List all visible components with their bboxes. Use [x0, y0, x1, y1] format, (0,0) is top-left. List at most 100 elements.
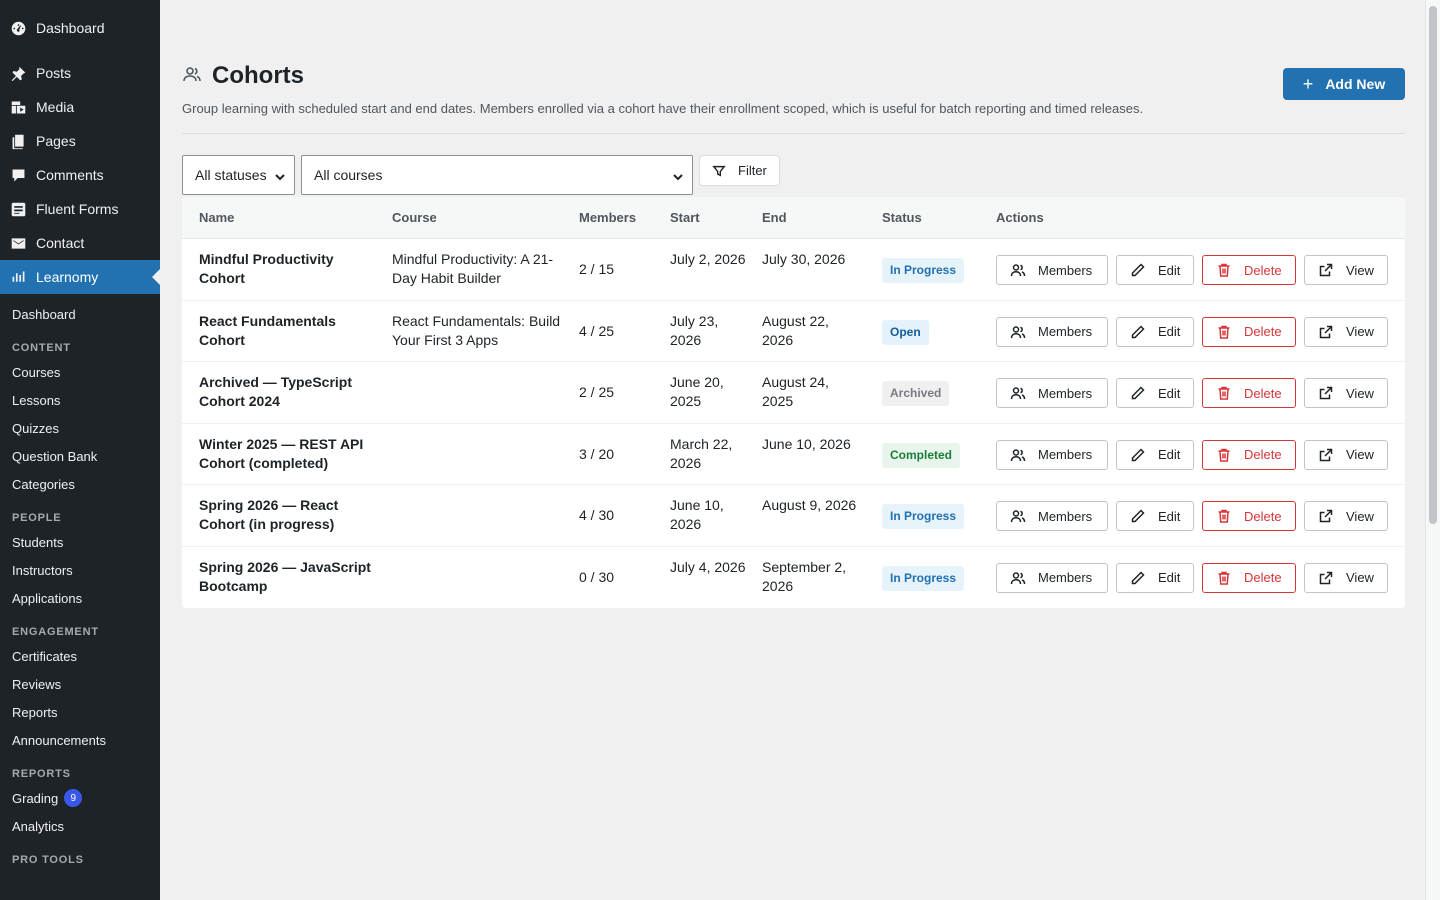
- page-description: Group learning with scheduled start and …: [182, 101, 1144, 116]
- cohort-name[interactable]: Archived — TypeScript Cohort 2024: [199, 373, 374, 411]
- table-row: Spring 2026 — React Cohort (in progress)…: [182, 485, 1405, 547]
- cohort-start-date: June 10, 2026: [670, 497, 724, 532]
- submenu-certificates[interactable]: Certificates: [0, 642, 160, 670]
- table-row: Spring 2026 — JavaScript Bootcamp 0 / 30…: [182, 547, 1405, 609]
- view-button[interactable]: View: [1304, 255, 1388, 285]
- delete-button[interactable]: Delete: [1202, 439, 1296, 470]
- view-button[interactable]: View: [1304, 562, 1388, 593]
- cohort-start-date: July 4, 2026: [670, 558, 746, 575]
- delete-button-label: Delete: [1244, 570, 1282, 585]
- menu-posts[interactable]: Posts: [0, 56, 160, 90]
- members-button[interactable]: Members: [996, 501, 1108, 531]
- members-button[interactable]: Members: [996, 562, 1108, 593]
- cohort-start-date: July 2, 2026: [670, 251, 746, 267]
- status-badge: In Progress: [882, 565, 965, 591]
- delete-button-label: Delete: [1244, 447, 1282, 462]
- members-button[interactable]: Members: [996, 439, 1108, 470]
- filter-button[interactable]: Filter: [699, 155, 780, 186]
- trash-icon: [1218, 386, 1230, 400]
- submenu-analytics[interactable]: Analytics: [0, 812, 160, 840]
- submenu-reports[interactable]: Reports: [0, 698, 160, 726]
- submenu-applications[interactable]: Applications: [0, 584, 160, 612]
- users-icon: [1010, 325, 1026, 338]
- submenu-heading-engagement: ENGAGEMENT: [12, 626, 99, 638]
- edit-button[interactable]: Edit: [1116, 255, 1194, 285]
- scrollbar-thumb[interactable]: [1429, 6, 1437, 524]
- menu-label: Posts: [36, 65, 72, 81]
- submenu-students[interactable]: Students: [0, 528, 160, 556]
- menu-dashboard[interactable]: Dashboard: [0, 11, 160, 45]
- menu-learnomy[interactable]: Learnomy: [0, 260, 160, 294]
- edit-button[interactable]: Edit: [1116, 316, 1194, 347]
- submenu-grading[interactable]: Grading 9: [0, 784, 160, 812]
- pencil-icon: [1131, 570, 1145, 584]
- edit-button[interactable]: Edit: [1116, 378, 1194, 408]
- submenu-announcements[interactable]: Announcements: [0, 726, 160, 754]
- menu-fluent-forms[interactable]: Fluent Forms: [0, 192, 160, 226]
- status-badge: In Progress: [882, 258, 965, 283]
- submenu-courses[interactable]: Courses: [0, 358, 160, 386]
- add-new-label: Add New: [1325, 76, 1386, 92]
- column-header-start[interactable]: Start: [670, 210, 700, 225]
- column-header-course[interactable]: Course: [392, 210, 437, 225]
- delete-button[interactable]: Delete: [1202, 378, 1296, 408]
- submenu-reviews[interactable]: Reviews: [0, 670, 160, 698]
- submenu-question-bank[interactable]: Question Bank: [0, 442, 160, 470]
- delete-button[interactable]: Delete: [1202, 316, 1296, 347]
- cohort-name[interactable]: Spring 2026 — JavaScript Bootcamp: [199, 558, 374, 596]
- cohort-members-count: 4 / 25: [579, 322, 615, 339]
- add-new-button[interactable]: + Add New: [1283, 68, 1405, 100]
- view-button[interactable]: View: [1304, 439, 1388, 470]
- delete-button[interactable]: Delete: [1202, 501, 1296, 531]
- menu-label: Comments: [36, 167, 104, 183]
- chevron-down-icon: [274, 170, 285, 181]
- members-button[interactable]: Members: [996, 255, 1108, 285]
- status-cell: Completed: [882, 442, 961, 468]
- trash-icon: [1218, 571, 1230, 585]
- edit-button[interactable]: Edit: [1116, 501, 1194, 531]
- trash-icon: [1218, 263, 1230, 277]
- trash-icon: [1218, 325, 1230, 339]
- delete-button[interactable]: Delete: [1202, 255, 1296, 285]
- submenu-lessons[interactable]: Lessons: [0, 386, 160, 414]
- external-link-icon: [1319, 386, 1333, 400]
- edit-button[interactable]: Edit: [1116, 562, 1194, 593]
- members-button[interactable]: Members: [996, 378, 1108, 408]
- column-header-members[interactable]: Members: [579, 210, 636, 225]
- view-button[interactable]: View: [1304, 501, 1388, 531]
- cohort-name[interactable]: Winter 2025 — REST API Cohort (completed…: [199, 435, 374, 473]
- submenu-categories[interactable]: Categories: [0, 470, 160, 498]
- menu-pages[interactable]: Pages: [0, 124, 160, 158]
- view-button[interactable]: View: [1304, 316, 1388, 347]
- cohort-name[interactable]: React Fundamentals Cohort: [199, 312, 374, 350]
- view-button[interactable]: View: [1304, 378, 1388, 408]
- cohort-members-count: 2 / 15: [579, 261, 615, 277]
- column-header-actions: Actions: [996, 210, 1044, 225]
- delete-button[interactable]: Delete: [1202, 562, 1296, 593]
- course-select[interactable]: All courses: [301, 155, 693, 195]
- edit-button[interactable]: Edit: [1116, 439, 1194, 470]
- table-row: Archived — TypeScript Cohort 2024 2 / 25…: [182, 362, 1405, 424]
- menu-comments[interactable]: Comments: [0, 158, 160, 192]
- pages-icon: [9, 132, 27, 150]
- members-button[interactable]: Members: [996, 316, 1108, 347]
- submenu-quizzes[interactable]: Quizzes: [0, 414, 160, 442]
- external-link-icon: [1319, 448, 1333, 461]
- cohort-end-date: August 22, 2026: [762, 312, 829, 348]
- table-body: Mindful Productivity Cohort Mindful Prod…: [182, 239, 1405, 608]
- cohort-members-count: 4 / 30: [579, 507, 615, 523]
- column-header-status[interactable]: Status: [882, 210, 922, 225]
- submenu-dashboard[interactable]: Dashboard: [0, 300, 160, 328]
- delete-button-label: Delete: [1244, 385, 1282, 401]
- column-header-name[interactable]: Name: [199, 210, 234, 225]
- table-row: Mindful Productivity Cohort Mindful Prod…: [182, 239, 1405, 301]
- vertical-scrollbar[interactable]: [1425, 0, 1440, 900]
- menu-contact[interactable]: Contact: [0, 226, 160, 260]
- menu-media[interactable]: Media: [0, 90, 160, 124]
- submenu-instructors[interactable]: Instructors: [0, 556, 160, 584]
- cohort-name[interactable]: Mindful Productivity Cohort: [199, 250, 374, 288]
- cohort-name[interactable]: Spring 2026 — React Cohort (in progress): [199, 496, 374, 534]
- delete-button-label: Delete: [1244, 262, 1282, 278]
- status-select[interactable]: All statuses: [182, 155, 295, 195]
- column-header-end[interactable]: End: [762, 210, 787, 225]
